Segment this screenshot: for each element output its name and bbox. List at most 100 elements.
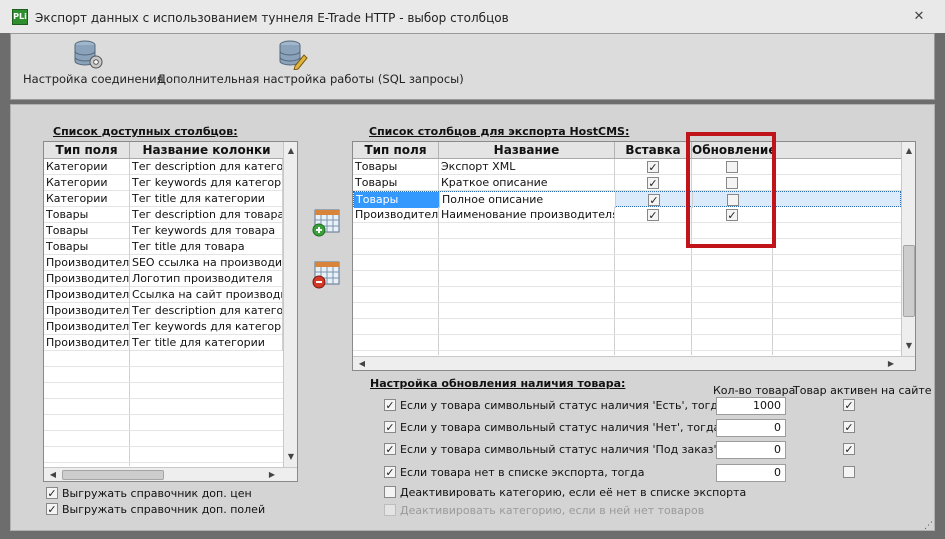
insert-checkbox[interactable]: ✓ (648, 194, 660, 206)
scroll-right-icon[interactable]: ▶ (884, 357, 898, 370)
main-panel: Список доступных столбцов: Тип поля Назв… (10, 104, 935, 531)
export-horizontal-scrollbar[interactable]: ◀ ▶ (353, 356, 915, 370)
available-row[interactable]: Производители Ссылка на сайт производите… (44, 287, 283, 303)
deactivate-missing-category-option[interactable]: Деактивировать категорию, если её нет в … (384, 486, 746, 500)
stock-rule-option[interactable]: ✓ Если у товара символьный статус наличия… (384, 443, 757, 457)
product-active-checkbox[interactable]: ✓ (843, 421, 855, 433)
add-column-icon[interactable] (311, 207, 341, 237)
export-fields-checkbox[interactable]: ✓ (46, 503, 58, 515)
available-cell-name: Тег keywords для категории (132, 175, 283, 191)
empty-row (353, 255, 901, 271)
export-cell-type: Производители (355, 207, 439, 223)
empty-row (353, 319, 901, 335)
available-cell-name: Тег keywords для категории (132, 319, 283, 335)
export-fields-option[interactable]: ✓ Выгружать справочник доп. полей (46, 503, 265, 517)
available-columns-grid: Тип поля Название колонки Категории Тег … (43, 141, 298, 482)
scroll-thumb[interactable] (62, 470, 164, 480)
stock-qty-input[interactable]: 0 (716, 419, 786, 437)
stock-qty-input[interactable]: 1000 (716, 397, 786, 415)
close-button[interactable]: ✕ (912, 10, 926, 24)
scroll-up-icon[interactable]: ▲ (284, 144, 297, 158)
scroll-down-icon[interactable]: ▼ (902, 339, 915, 353)
available-vertical-scrollbar[interactable]: ▲ ▼ (283, 142, 297, 467)
window-title: Экспорт данных с использованием туннеля … (35, 11, 509, 25)
deactivate-missing-checkbox[interactable] (384, 486, 396, 498)
scroll-thumb[interactable] (903, 245, 915, 317)
product-active-checkbox[interactable]: ✓ (843, 399, 855, 411)
product-active-checkbox[interactable]: ✓ (843, 443, 855, 455)
stock-rule-option[interactable]: ✓ Если товара нет в списке экспорта, тогд… (384, 466, 644, 480)
stock-rule-checkbox[interactable]: ✓ (384, 399, 396, 411)
export-grid-header: Тип поля Название Вставка Обновление (353, 142, 915, 159)
stock-rule-checkbox[interactable]: ✓ (384, 466, 396, 478)
available-row[interactable]: Категории Тег title для категории (44, 191, 283, 207)
scroll-up-icon[interactable]: ▲ (902, 144, 915, 158)
scroll-left-icon[interactable]: ◀ (46, 468, 60, 481)
empty-row (44, 383, 283, 399)
export-row[interactable]: Товары Полное описание ✓ (353, 191, 901, 208)
export-header-field-type[interactable]: Тип поля (353, 142, 439, 159)
export-vertical-scrollbar[interactable]: ▲ ▼ (901, 142, 915, 356)
scroll-left-icon[interactable]: ◀ (355, 357, 369, 370)
stock-qty-input[interactable]: 0 (716, 441, 786, 459)
available-cell-name: Тег description для категории (132, 159, 283, 175)
available-row[interactable]: Товары Тег description для товара (44, 207, 283, 223)
available-horizontal-scrollbar[interactable]: ◀ ▶ (44, 467, 297, 481)
stock-qty-input[interactable]: 0 (716, 464, 786, 482)
export-prices-option[interactable]: ✓ Выгружать справочник доп. цен (46, 487, 252, 501)
available-row[interactable]: Производители Тег description для катего… (44, 303, 283, 319)
stock-rule-option[interactable]: ✓ Если у товара символьный статус наличия… (384, 421, 720, 435)
empty-row (44, 415, 283, 431)
stock-rule-label: Если у товара символьный статус наличия … (400, 443, 757, 456)
scroll-down-icon[interactable]: ▼ (284, 450, 297, 464)
export-header-name[interactable]: Название (439, 142, 615, 159)
export-cell-type: Товары (354, 192, 440, 208)
available-cell-type: Товары (44, 207, 130, 223)
empty-row (44, 399, 283, 415)
available-cell-name: Тег description для товара (132, 207, 283, 223)
insert-checkbox[interactable]: ✓ (647, 209, 659, 221)
available-row[interactable]: Товары Тег keywords для товара (44, 223, 283, 239)
available-cell-name: Логотип производителя (130, 271, 283, 287)
available-row[interactable]: Товары Тег title для товара (44, 239, 283, 255)
available-row[interactable]: Категории Тег description для категории (44, 159, 283, 175)
export-header-insert[interactable]: Вставка (615, 142, 692, 159)
export-cell-type: Товары (353, 159, 439, 175)
available-row[interactable]: Производители SEO ссылка на производител… (44, 255, 283, 271)
header-column-name[interactable]: Название колонки (130, 142, 284, 159)
stock-rule-label: Если у товара символьный статус наличия … (400, 399, 725, 412)
connection-settings-button[interactable]: Настройка соединения (23, 38, 164, 94)
stock-rule-checkbox[interactable]: ✓ (384, 421, 396, 433)
available-columns-title: Список доступных столбцов: (53, 125, 238, 138)
advanced-settings-button[interactable]: Дополнительная настройка работы (SQL зап… (157, 38, 464, 94)
available-row[interactable]: Категории Тег keywords для категории (44, 175, 283, 191)
export-cell-name: Экспорт XML (439, 159, 615, 175)
export-row[interactable]: Товары Краткое описание ✓ (353, 175, 901, 191)
available-cell-name: Тег title для категории (130, 191, 283, 207)
available-cell-type: Производители (46, 255, 130, 271)
available-row[interactable]: Производители Логотип производителя (44, 271, 283, 287)
export-cell-insert: ✓ (615, 207, 692, 223)
available-cell-type: Производители (46, 303, 130, 319)
export-row[interactable]: Товары Экспорт XML ✓ (353, 159, 901, 175)
export-row[interactable]: Производители Наименование производителя… (353, 207, 901, 223)
stock-rule-checkbox[interactable]: ✓ (384, 443, 396, 455)
available-cell-type: Производители (46, 319, 130, 335)
insert-checkbox[interactable]: ✓ (647, 177, 659, 189)
insert-checkbox[interactable]: ✓ (647, 161, 659, 173)
empty-row (44, 367, 283, 383)
deactivate-empty-label: Деактивировать категорию, если в ней нет… (400, 504, 705, 517)
resize-grip-icon[interactable]: ⋰ (924, 521, 933, 531)
export-prices-checkbox[interactable]: ✓ (46, 487, 58, 499)
remove-column-icon[interactable] (311, 259, 341, 289)
stock-rule-label: Если у товара символьный статус наличия … (400, 421, 721, 434)
app-icon: PLi (12, 9, 28, 25)
database-sql-icon (279, 40, 308, 70)
header-field-type[interactable]: Тип поля (44, 142, 130, 159)
available-row[interactable]: Производители Тег title для категории (44, 335, 283, 351)
stock-rule-option[interactable]: ✓ Если у товара символьный статус наличия… (384, 399, 725, 413)
scroll-right-icon[interactable]: ▶ (265, 468, 279, 481)
product-active-checkbox[interactable] (843, 466, 855, 478)
available-row[interactable]: Производители Тег keywords для категории (44, 319, 283, 335)
connection-settings-label: Настройка соединения (23, 72, 164, 86)
